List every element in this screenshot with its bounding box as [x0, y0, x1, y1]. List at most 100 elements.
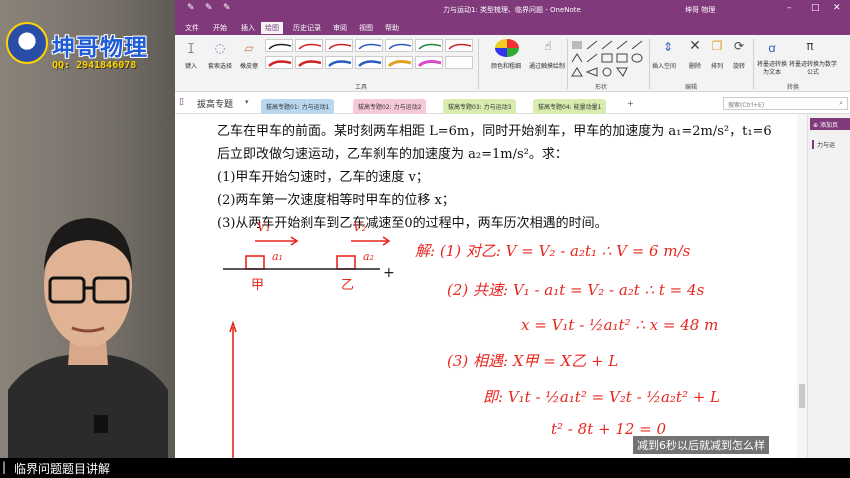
- note-page[interactable]: 乙车在甲车的前面。某时刻两车相距 L=6m，同时开始刹车，甲车的加速度为 a₁=…: [175, 114, 797, 458]
- ink-solution-3: (3) 相遇: X甲 = X乙 + L: [447, 352, 619, 370]
- ribbon-separator: [753, 39, 754, 89]
- add-section-icon[interactable]: +: [627, 99, 634, 108]
- arrange-icon[interactable]: ❐: [707, 39, 727, 53]
- page-list-item[interactable]: 力与运: [812, 140, 835, 149]
- pen-swatch[interactable]: [265, 39, 293, 52]
- notebook-icon[interactable]: ▯: [179, 97, 184, 107]
- ink-to-math-icon[interactable]: π: [799, 39, 821, 53]
- menu-history[interactable]: 历史记录: [289, 22, 325, 34]
- add-page-button[interactable]: ⊕ 添加页: [810, 118, 850, 130]
- banner-title: 临界问题题目讲解: [14, 462, 111, 476]
- pen-swatch[interactable]: [325, 56, 353, 69]
- pen-swatch[interactable]: [445, 56, 473, 69]
- touch-draw-button[interactable]: 通过触摸绘制: [527, 61, 567, 70]
- scroll-thumb[interactable]: [799, 384, 805, 408]
- ink-car-1: 甲: [251, 278, 265, 293]
- notebook-bar: ▯ 拔高专题 ▾ 拔高专题01: 力与运动1 拔高专题02: 力与运动2 拔高专…: [175, 92, 850, 114]
- ink-to-math-button[interactable]: 将墨迹转换为数学公式: [789, 61, 837, 77]
- presenter-image: [8, 218, 168, 458]
- ink-to-text-button[interactable]: 将墨迹转换为文本: [755, 61, 789, 77]
- user-name[interactable]: 坤哥 物理: [685, 5, 715, 15]
- pen-swatch[interactable]: [385, 39, 413, 52]
- section-tab-4[interactable]: 拔高专题04: 能量动量1: [533, 99, 607, 114]
- search-input[interactable]: 搜索(Ctrl+E) ⌕: [723, 97, 848, 110]
- search-icon: ⌕: [839, 99, 843, 107]
- delete-icon[interactable]: ✕: [685, 38, 705, 54]
- chevron-down-icon[interactable]: ▾: [245, 98, 249, 106]
- menu-help[interactable]: 帮助: [381, 22, 403, 34]
- ink-solution-3b: 即: V₁t - ½a₁t² = V₂t - ½a₂t² + L: [483, 388, 721, 406]
- delete-button[interactable]: 删除: [683, 61, 707, 70]
- pen-quick-icon-2[interactable]: ✎: [205, 3, 213, 13]
- brand-qq: QQ: 2941846078: [52, 60, 137, 71]
- title-bar: 力与运动1: 类型梳理、临界问题 - OneNote 坤哥 物理 – □ ✕ ✎…: [175, 0, 850, 20]
- ink-to-text-icon[interactable]: ꭤ: [761, 39, 783, 56]
- convert-group-label: 转换: [787, 84, 800, 91]
- webcam-overlay: 坤哥物理 QQ: 2941846078: [0, 0, 175, 458]
- minimize-icon[interactable]: –: [787, 3, 792, 13]
- subtitle-caption: 减到6秒以后就减到怎么样: [633, 436, 769, 454]
- plus-icon: ⊕: [813, 122, 820, 129]
- car-1-box: [245, 255, 265, 270]
- pen-swatch[interactable]: [355, 39, 383, 52]
- notebook-name[interactable]: 拔高专题: [197, 97, 233, 110]
- menu-draw[interactable]: 绘图: [261, 22, 283, 34]
- pen-quick-icon-3[interactable]: ✎: [223, 3, 231, 13]
- lasso-icon[interactable]: ◌: [205, 41, 235, 55]
- brand-logo-icon: [6, 22, 48, 64]
- pen-swatch[interactable]: [445, 39, 473, 52]
- insert-space-button[interactable]: 插入空间: [641, 61, 687, 70]
- close-icon[interactable]: ✕: [833, 3, 841, 13]
- menu-bar: 文件 开始 插入 绘图 历史记录 审阅 视图 帮助: [175, 20, 850, 35]
- pen-swatch[interactable]: [295, 56, 323, 69]
- rotate-button[interactable]: 旋转: [727, 61, 751, 70]
- section-tab-1[interactable]: 拔高专题01: 力与运动1: [261, 99, 335, 114]
- ink-solution-2: (2) 共速: V₁ - a₁t = V₂ - a₂t ∴ t = 4s: [447, 281, 705, 299]
- section-tab-2[interactable]: 拔高专题02: 力与运动2: [353, 99, 427, 114]
- tools-group-label: 工具: [355, 84, 368, 91]
- menu-file[interactable]: 文件: [181, 22, 203, 34]
- menu-insert[interactable]: 插入: [237, 22, 259, 34]
- ink-solution-1: 解: (1) 对乙: V = V₂ - a₂t₁ ∴ V = 6 m/s: [415, 242, 691, 260]
- car-2-box: [336, 255, 356, 270]
- ink-a1: a₁: [272, 250, 283, 263]
- color-thickness-button[interactable]: 颜色和粗细: [481, 61, 531, 70]
- touch-draw-icon[interactable]: ☝: [533, 39, 563, 53]
- rotate-icon[interactable]: ⟳: [729, 39, 749, 53]
- ink-v2: V₂: [353, 220, 367, 234]
- lasso-button[interactable]: 套索选择: [203, 61, 237, 70]
- eraser-icon[interactable]: ▱: [237, 41, 261, 55]
- insert-space-icon[interactable]: ⇕: [653, 40, 683, 54]
- pen-swatch[interactable]: [415, 56, 443, 69]
- bottom-banner: | 临界问题题目讲解: [0, 458, 850, 478]
- ink-solution-2b: x = V₁t - ½a₁t² ∴ x = 48 m: [521, 316, 719, 334]
- page-scrollbar[interactable]: [797, 114, 807, 458]
- type-icon[interactable]: 𝙸: [179, 41, 203, 57]
- pen-swatch[interactable]: [325, 39, 353, 52]
- maximize-icon[interactable]: □: [811, 3, 820, 13]
- eraser-button[interactable]: 橡皮擦: [235, 61, 263, 70]
- arrange-button[interactable]: 排列: [705, 61, 729, 70]
- pen-swatch[interactable]: [265, 56, 293, 69]
- pen-quick-icon[interactable]: ✎: [187, 3, 195, 13]
- pen-swatch[interactable]: [295, 39, 323, 52]
- page-list-panel: ⊕ 添加页 力与运: [807, 114, 850, 458]
- pen-swatch[interactable]: [385, 56, 413, 69]
- banner-divider-icon: |: [2, 460, 7, 474]
- ribbon: 𝙸 键入 ◌ 套索选择 ▱ 橡皮擦 工具 颜色和粗细 ☝ 通过触摸绘制 形状 ⇕…: [175, 35, 850, 92]
- shapes-gallery[interactable]: [571, 40, 647, 78]
- color-palette-icon[interactable]: [495, 39, 519, 57]
- pen-swatch[interactable]: [355, 56, 383, 69]
- ribbon-separator: [567, 39, 568, 89]
- section-tab-3[interactable]: 拔高专题03: 力与运动3: [443, 99, 517, 114]
- menu-review[interactable]: 审阅: [329, 22, 351, 34]
- ink-a2: a₂: [363, 250, 374, 263]
- menu-view[interactable]: 视图: [355, 22, 377, 34]
- menu-home[interactable]: 开始: [209, 22, 231, 34]
- shapes-group-label: 形状: [595, 84, 608, 91]
- type-button[interactable]: 键入: [179, 61, 203, 70]
- edit-group-label: 编辑: [685, 84, 698, 91]
- pen-swatch[interactable]: [415, 39, 443, 52]
- onenote-window: 力与运动1: 类型梳理、临界问题 - OneNote 坤哥 物理 – □ ✕ ✎…: [175, 0, 850, 458]
- ink-v1: V₁: [257, 220, 271, 234]
